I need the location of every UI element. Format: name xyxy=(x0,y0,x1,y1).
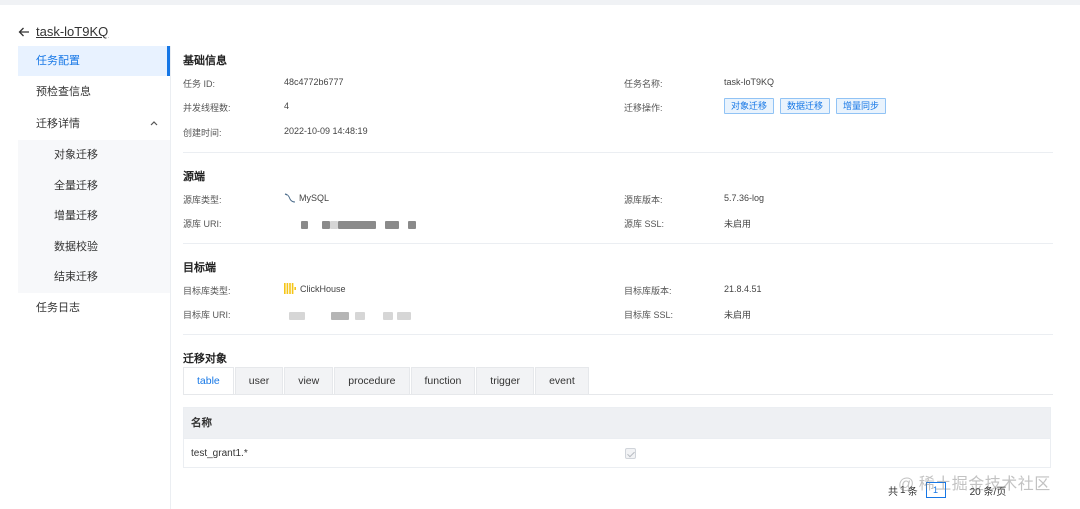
sidebar-divider xyxy=(170,46,171,509)
arrow-left-icon xyxy=(18,27,29,36)
sidebar-item-task-config[interactable]: 任务配置 xyxy=(18,46,170,76)
section-divider xyxy=(183,243,1053,244)
back-link[interactable]: task-loT9KQ xyxy=(18,24,108,39)
watermark: @ 稀土掘金技术社区 xyxy=(898,470,1051,494)
sidebar-item-label: 任务日志 xyxy=(36,301,80,314)
sidebar-item-label: 迁移详情 xyxy=(36,118,80,130)
watermark-at: @ xyxy=(898,476,915,493)
sidebar-item-end-migration[interactable]: 结束迁移 xyxy=(18,262,170,293)
created-value: 2022-10-09 14:48:19 xyxy=(284,126,368,136)
sidebar-item-label: 预检查信息 xyxy=(36,86,91,98)
chevron-up-icon xyxy=(150,109,158,139)
sidebar-item-precheck[interactable]: 预检查信息 xyxy=(18,77,170,107)
source-type-label: 源库类型: xyxy=(183,195,222,205)
pagination-total-prefix: 共 xyxy=(888,486,898,498)
target-uri-label: 目标库 URI: xyxy=(183,310,231,320)
target-version-label: 目标库版本: xyxy=(624,286,672,296)
table-header-name: 名称 xyxy=(184,408,1050,438)
row-checkbox[interactable] xyxy=(625,448,636,459)
watermark-text: 稀土掘金技术社区 xyxy=(918,476,1051,493)
main-content: 基础信息 任务 ID: 48c4772b6777 任务名称: task-loT9… xyxy=(183,0,1053,509)
sidebar-nav: 任务配置 预检查信息 迁移详情 对象迁移 全量迁移 增量迁移 数据校验 结束迁移… xyxy=(18,46,170,509)
source-version-value: 5.7.36-log xyxy=(724,193,765,203)
object-tabs: table user view procedure function trigg… xyxy=(183,367,590,394)
source-ssl-label: 源库 SSL: xyxy=(624,219,665,229)
tab-table[interactable]: table xyxy=(183,367,234,394)
section-divider xyxy=(183,152,1053,153)
tab-view[interactable]: view xyxy=(284,367,334,394)
tab-user[interactable]: user xyxy=(234,367,284,394)
created-label: 创建时间: xyxy=(183,128,222,138)
task-name-label: 任务名称: xyxy=(624,79,663,89)
tab-procedure[interactable]: procedure xyxy=(334,367,410,394)
sidebar-item-object-migration[interactable]: 对象迁移 xyxy=(18,140,170,171)
section-title-basic: 基础信息 xyxy=(183,55,227,67)
objects-table: 名称 test_grant1.* xyxy=(183,407,1051,468)
section-title-source: 源端 xyxy=(183,171,205,183)
sidebar-item-label: 结束迁移 xyxy=(54,271,98,283)
operation-tag: 增量同步 xyxy=(836,98,887,114)
sidebar-item-incremental-migration[interactable]: 增量迁移 xyxy=(18,201,170,232)
target-version-value: 21.8.4.51 xyxy=(724,284,762,294)
operation-tags: 对象迁移 数据迁移 增量同步 xyxy=(724,98,892,114)
sidebar-item-label: 任务配置 xyxy=(36,55,80,67)
sidebar-item-label: 对象迁移 xyxy=(54,149,98,161)
source-version-label: 源库版本: xyxy=(624,195,663,205)
task-name-value: task-loT9KQ xyxy=(724,77,775,87)
sidebar-item-task-log[interactable]: 任务日志 xyxy=(18,293,170,323)
table-row: test_grant1.* xyxy=(184,438,1050,467)
operation-tag: 对象迁移 xyxy=(724,98,775,114)
source-uri-label: 源库 URI: xyxy=(183,219,222,229)
section-title-target: 目标端 xyxy=(183,262,216,274)
task-id-label: 任务 ID: xyxy=(183,79,216,89)
sidebar-item-label: 数据校验 xyxy=(54,240,98,253)
target-type-value: ClickHouse xyxy=(284,283,346,294)
section-title-objects: 迁移对象 xyxy=(183,353,227,365)
sidebar-item-full-migration[interactable]: 全量迁移 xyxy=(18,171,170,202)
target-type-text: ClickHouse xyxy=(300,283,346,294)
sidebar-item-label: 增量迁移 xyxy=(54,210,98,222)
tabs-underline xyxy=(183,394,1053,395)
clickhouse-bars-icon xyxy=(284,283,296,294)
mysql-dolphin-icon xyxy=(284,193,296,203)
source-ssl-value: 未启用 xyxy=(724,219,752,229)
tab-trigger[interactable]: trigger xyxy=(476,367,535,394)
sidebar-item-data-validation[interactable]: 数据校验 xyxy=(18,232,170,263)
operation-label: 迁移操作: xyxy=(624,103,663,113)
tab-event[interactable]: event xyxy=(535,367,589,394)
operation-tag: 数据迁移 xyxy=(780,98,831,114)
target-ssl-value: 未启用 xyxy=(724,310,752,320)
tab-function[interactable]: function xyxy=(410,367,476,394)
concurrency-label: 并发线程数: xyxy=(183,103,231,113)
target-type-label: 目标库类型: xyxy=(183,286,231,296)
table-cell-name: test_grant1.* xyxy=(191,448,248,459)
sidebar-item-label: 全量迁移 xyxy=(54,179,98,192)
section-divider xyxy=(183,334,1053,335)
migration-details-submenu: 对象迁移 全量迁移 增量迁移 数据校验 结束迁移 xyxy=(18,140,170,293)
target-ssl-label: 目标库 SSL: xyxy=(624,310,674,320)
task-id-value: 48c4772b6777 xyxy=(284,77,344,87)
sidebar-item-migration-details[interactable]: 迁移详情 xyxy=(18,109,170,139)
concurrency-value: 4 xyxy=(284,101,290,111)
source-type-text: MySQL xyxy=(299,192,330,203)
source-type-value: MySQL xyxy=(284,192,329,203)
task-title[interactable]: task-loT9KQ xyxy=(36,24,108,39)
